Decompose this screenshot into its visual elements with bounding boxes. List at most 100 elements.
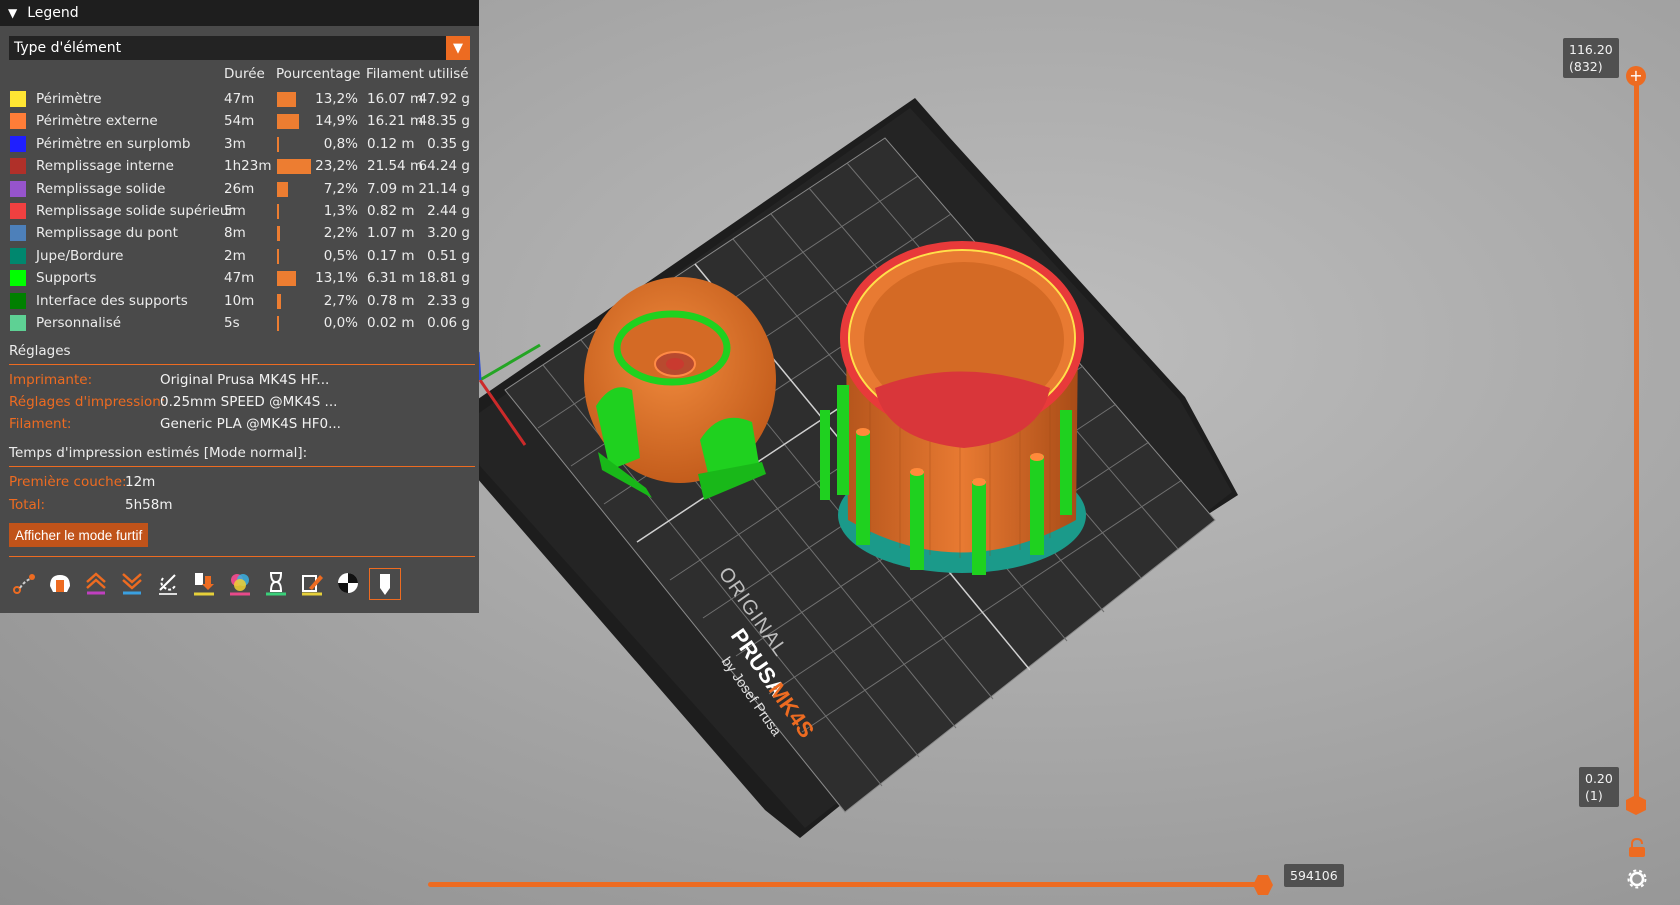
deretractions-icon[interactable] bbox=[117, 568, 147, 598]
collapse-triangle-icon[interactable]: ▼ bbox=[8, 6, 17, 20]
center-of-gravity-icon[interactable] bbox=[333, 568, 363, 598]
pause-icon[interactable] bbox=[261, 568, 291, 598]
bottom-layer-number: (1) bbox=[1585, 788, 1603, 803]
first-layer-label: Première couche: bbox=[9, 474, 127, 490]
feature-weight: 21.14 g bbox=[418, 180, 470, 197]
first-layer-value: 12m bbox=[125, 474, 156, 490]
feature-weight: 0.51 g bbox=[427, 247, 470, 264]
top-thumb-plus-icon[interactable]: + bbox=[1626, 66, 1646, 86]
total-value: 5h58m bbox=[125, 497, 173, 513]
feature-percent-bar bbox=[277, 204, 279, 219]
gear-icon[interactable] bbox=[1627, 869, 1647, 889]
feature-duration: 8m bbox=[224, 225, 246, 242]
feature-duration: 47m bbox=[224, 270, 255, 287]
column-percentage: Pourcentage bbox=[276, 66, 361, 82]
options-separator bbox=[9, 556, 475, 557]
feature-name: Supports bbox=[36, 270, 97, 287]
legend-color-swatch bbox=[10, 180, 26, 197]
feature-percent: 0,5% bbox=[323, 247, 358, 264]
top-layer-number: (832) bbox=[1569, 59, 1603, 74]
legend-color-swatch bbox=[10, 158, 26, 175]
travel-icon[interactable] bbox=[9, 568, 39, 598]
printer-label: Imprimante: bbox=[9, 372, 93, 388]
feature-percent-bar bbox=[277, 293, 281, 309]
feature-duration: 1h23m bbox=[224, 158, 272, 175]
feature-weight: 2.33 g bbox=[427, 292, 470, 309]
times-title: Temps d'impression estimés [Mode normal]… bbox=[9, 445, 308, 461]
feature-percent-bar bbox=[277, 136, 279, 152]
feature-weight: 0.06 g bbox=[427, 315, 470, 331]
column-filament: Filament utilisé bbox=[366, 66, 469, 82]
feature-name: Périmètre externe bbox=[36, 113, 158, 130]
legend-row[interactable]: Personnalisé 5s 0,0% 0.02 m 0.06 g bbox=[0, 313, 479, 335]
color-changes-icon[interactable] bbox=[225, 568, 255, 598]
legend-panel: ▼ Legend Type d'élément ▼ Durée Pourcent… bbox=[0, 0, 479, 613]
sphere-object[interactable] bbox=[584, 277, 776, 500]
feature-weight: 48.35 g bbox=[418, 113, 470, 130]
feature-duration: 3m bbox=[224, 135, 246, 152]
feature-duration: 5m bbox=[224, 203, 246, 219]
legend-row[interactable]: Interface des supports 10m 2,7% 0.78 m 2.33 … bbox=[0, 291, 479, 313]
lock-icon[interactable] bbox=[1628, 837, 1646, 858]
feature-percent: 1,3% bbox=[323, 203, 358, 219]
feature-percent: 2,7% bbox=[323, 292, 358, 309]
legend-row[interactable]: Remplissage du pont 8m 2,2% 1.07 m 3.20 g bbox=[0, 223, 479, 245]
wipe-icon[interactable] bbox=[45, 568, 75, 598]
feature-weight: 18.81 g bbox=[418, 270, 470, 287]
legend-row[interactable]: Remplissage solide 26m 7,2% 7.09 m 21.14 g bbox=[0, 179, 479, 201]
move-slider-track[interactable] bbox=[428, 882, 1266, 887]
view-type-value: Type d'élément bbox=[14, 40, 122, 56]
legend-row[interactable]: Périmètre externe 54m 14,9% 16.21 m 48.35 g bbox=[0, 111, 479, 133]
feature-duration: 54m bbox=[224, 113, 255, 130]
print-settings-value: 0.25mm SPEED @MK4S ... bbox=[160, 394, 338, 410]
legend-row[interactable]: Remplissage interne 1h23m 23,2% 21.54 m 64.2… bbox=[0, 156, 479, 178]
chevron-down-icon[interactable]: ▼ bbox=[446, 36, 470, 60]
legend-color-swatch bbox=[10, 91, 26, 107]
feature-percent: 23,2% bbox=[315, 158, 358, 175]
bottom-layer-height: 0.20 bbox=[1585, 771, 1613, 786]
view-options-toolbar bbox=[9, 568, 401, 600]
feature-percent: 13,2% bbox=[315, 91, 358, 107]
show-stealth-mode-button[interactable]: Afficher le mode furtif bbox=[9, 523, 149, 547]
top-layer-tooltip: 116.20 (832) bbox=[1563, 38, 1619, 78]
feature-percent-bar bbox=[277, 181, 288, 197]
feature-percent: 14,9% bbox=[315, 113, 358, 130]
feature-name: Jupe/Bordure bbox=[36, 247, 124, 264]
settings-separator bbox=[9, 364, 475, 365]
feature-duration: 47m bbox=[224, 91, 255, 107]
feature-percent-bar bbox=[277, 248, 279, 264]
legend-row[interactable]: Remplissage solide supérieur 5m 1,3% 0.82 m… bbox=[0, 201, 479, 223]
feature-weight: 3.20 g bbox=[427, 225, 470, 242]
feature-percent: 7,2% bbox=[323, 180, 358, 197]
total-label: Total: bbox=[9, 497, 46, 513]
legend-row[interactable]: Périmètre en surplomb 3m 0,8% 0.12 m 0.35 g bbox=[0, 134, 479, 156]
feature-percent: 0,8% bbox=[323, 135, 358, 152]
feature-duration: 2m bbox=[224, 247, 246, 264]
feature-name: Remplissage interne bbox=[36, 158, 174, 175]
legend-row[interactable]: Périmètre 47m 13,2% 16.07 m 47.92 g bbox=[0, 89, 479, 111]
retractions-icon[interactable] bbox=[81, 568, 111, 598]
legend-row[interactable]: Supports 47m 13,1% 6.31 m 18.81 g bbox=[0, 268, 479, 290]
feature-duration: 10m bbox=[224, 292, 255, 309]
view-type-dropdown[interactable]: Type d'élément ▼ bbox=[9, 36, 470, 60]
top-layer-height: 116.20 bbox=[1569, 42, 1613, 57]
layer-slider-track[interactable] bbox=[1634, 76, 1639, 806]
custom-gcode-icon[interactable] bbox=[297, 568, 327, 598]
legend-title: Legend bbox=[27, 5, 79, 21]
settings-title: Réglages bbox=[9, 343, 71, 359]
shells-icon[interactable] bbox=[369, 568, 401, 600]
cylinder-object[interactable] bbox=[820, 241, 1086, 575]
feature-weight: 64.24 g bbox=[418, 158, 470, 175]
feature-weight: 0.35 g bbox=[427, 135, 470, 152]
feature-percent-bar bbox=[277, 114, 299, 130]
feature-weight: 47.92 g bbox=[418, 91, 470, 107]
legend-row[interactable]: Jupe/Bordure 2m 0,5% 0.17 m 0.51 g bbox=[0, 246, 479, 268]
legend-color-swatch bbox=[10, 247, 26, 264]
tool-changes-icon[interactable] bbox=[189, 568, 219, 598]
feature-percent-bar bbox=[277, 316, 279, 331]
legend-header[interactable]: ▼ Legend bbox=[0, 0, 479, 26]
feature-duration: 26m bbox=[224, 180, 255, 197]
feature-percent: 0,0% bbox=[323, 315, 358, 331]
seams-icon[interactable] bbox=[153, 568, 183, 598]
legend-color-swatch bbox=[10, 270, 26, 287]
